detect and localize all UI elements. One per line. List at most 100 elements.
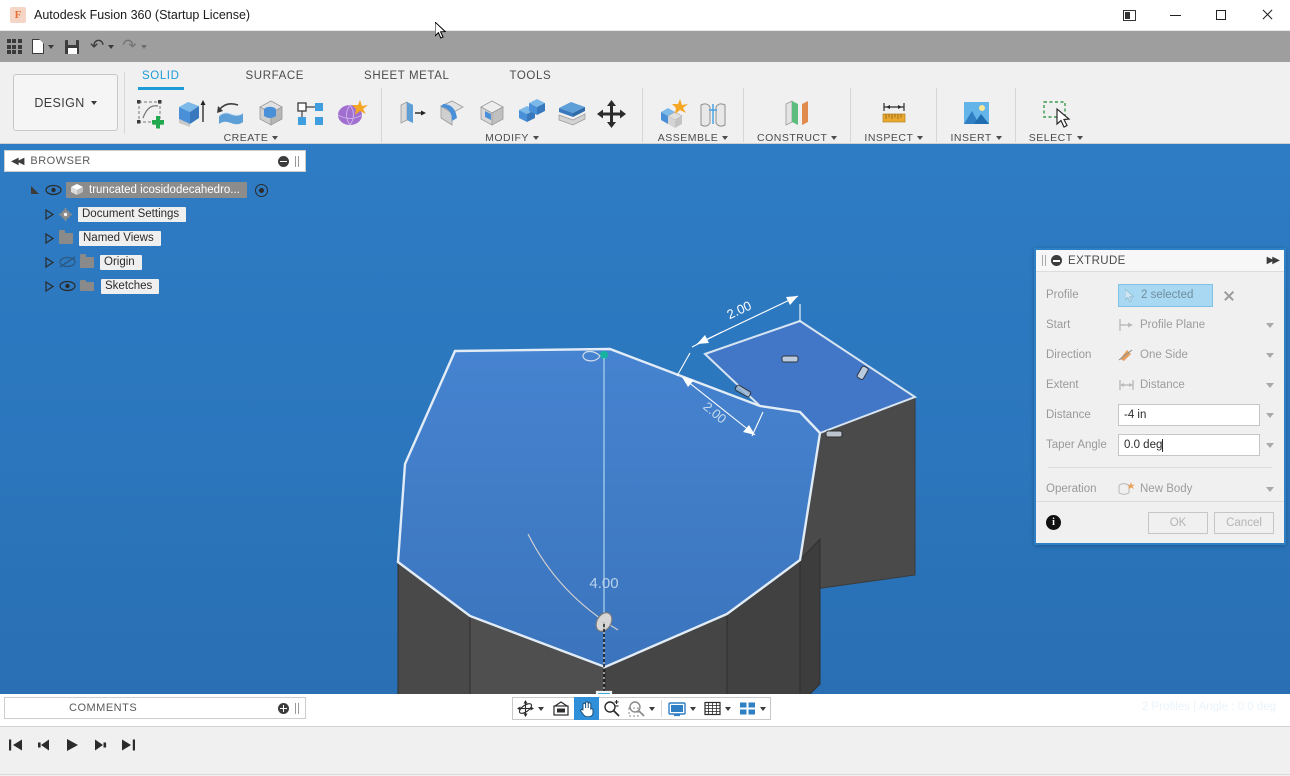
twisty-closed-icon[interactable] — [44, 233, 55, 244]
pattern-icon[interactable] — [294, 98, 328, 130]
chevron-down-icon[interactable] — [1266, 323, 1274, 328]
tree-row-root[interactable]: truncated icosidodecahedro... — [4, 180, 306, 200]
skip-forward-icon[interactable] — [120, 737, 136, 753]
twisty-open-icon[interactable] — [30, 185, 41, 196]
field-extent[interactable]: Extent Distance — [1046, 370, 1274, 400]
chevron-down-icon[interactable] — [725, 707, 731, 711]
tree-item-sketches[interactable]: Sketches — [101, 279, 159, 294]
plus-circle-icon[interactable] — [278, 703, 289, 714]
minus-circle-icon[interactable] — [1051, 255, 1062, 266]
field-operation[interactable]: Operation New Body — [1046, 474, 1274, 504]
distance-dropdown-icon[interactable] — [1266, 413, 1274, 418]
chevron-down-icon[interactable] — [649, 707, 655, 711]
ribbon-group-create-label[interactable]: CREATE — [224, 132, 279, 144]
sketch-plus-icon[interactable] — [134, 98, 168, 130]
restore-down-icon[interactable] — [1106, 0, 1152, 31]
orbit-button[interactable] — [513, 697, 548, 720]
info-icon[interactable]: i — [1046, 515, 1061, 530]
twisty-closed-icon[interactable] — [44, 281, 55, 292]
tree-item-origin[interactable]: Origin — [100, 255, 142, 270]
move-arrows-icon[interactable] — [595, 98, 629, 130]
combine-icon[interactable] — [515, 98, 549, 130]
step-forward-icon[interactable] — [92, 737, 108, 753]
ribbon-group-insert-label[interactable]: INSERT — [950, 132, 1001, 144]
select-cursor-icon[interactable] — [1039, 98, 1073, 130]
play-icon[interactable] — [64, 737, 80, 753]
grid-snaps-button[interactable] — [700, 697, 735, 720]
viewports-button[interactable] — [735, 697, 770, 720]
hole-icon[interactable] — [254, 98, 288, 130]
tab-sheet-metal[interactable]: SHEET METAL — [352, 66, 461, 88]
ribbon-group-assemble-label[interactable]: ASSEMBLE — [658, 132, 729, 144]
redo-button[interactable]: ↷ — [118, 31, 150, 62]
measure-ruler-icon[interactable] — [877, 98, 911, 130]
double-left-arrow-icon[interactable]: ◀◀ — [11, 156, 22, 167]
comments-bar[interactable]: COMMENTS — [4, 697, 306, 719]
extrude-icon[interactable] — [174, 98, 208, 130]
new-component-icon[interactable] — [656, 98, 690, 130]
ribbon-group-construct-label[interactable]: CONSTRUCT — [757, 132, 837, 144]
tree-row-sketches[interactable]: Sketches — [4, 276, 306, 296]
chevron-down-icon[interactable] — [538, 707, 544, 711]
display-settings-button[interactable] — [664, 697, 700, 720]
taper-angle-input[interactable]: 0.0 deg — [1118, 434, 1260, 456]
dialog-grip[interactable] — [1042, 255, 1046, 266]
form-sphere-icon[interactable] — [334, 98, 368, 130]
tree-row-origin[interactable]: Origin — [4, 252, 306, 272]
profile-selection-chip[interactable]: 2 selected — [1118, 284, 1213, 307]
save-button[interactable] — [58, 31, 86, 62]
clear-selection-icon[interactable] — [1223, 290, 1234, 301]
eye-icon[interactable] — [59, 280, 76, 292]
look-at-button[interactable] — [548, 697, 574, 720]
undo-button[interactable]: ↶ — [86, 31, 118, 62]
shell-icon[interactable] — [475, 98, 509, 130]
new-document-button[interactable] — [28, 31, 58, 62]
field-direction[interactable]: Direction One Side — [1046, 340, 1274, 370]
zoom-button[interactable] — [599, 697, 624, 720]
field-start[interactable]: Start Profile Plane — [1046, 310, 1274, 340]
maximize-button[interactable] — [1198, 0, 1244, 31]
chevron-down-icon[interactable] — [1266, 353, 1274, 358]
offset-plane-icon[interactable] — [780, 98, 814, 130]
revolve-icon[interactable] — [214, 98, 248, 130]
distance-input[interactable]: -4 in — [1118, 404, 1260, 426]
tab-surface[interactable]: SURFACE — [234, 66, 317, 88]
eye-off-icon[interactable] — [59, 256, 76, 268]
close-button[interactable] — [1244, 0, 1290, 31]
joint-icon[interactable] — [696, 98, 730, 130]
double-right-arrow-icon[interactable]: ▶▶ — [1267, 255, 1278, 266]
split-icon[interactable] — [555, 98, 589, 130]
tree-row-named-views[interactable]: Named Views — [4, 228, 306, 248]
tree-item-named-views[interactable]: Named Views — [79, 231, 161, 246]
eye-icon[interactable] — [45, 184, 62, 196]
step-back-icon[interactable] — [36, 737, 52, 753]
workspace-selector[interactable]: DESIGN — [13, 74, 118, 131]
timeline-track[interactable] — [0, 774, 1290, 775]
chevron-down-icon[interactable] — [1266, 487, 1274, 492]
pan-button[interactable] — [574, 697, 599, 720]
ribbon-group-inspect-label[interactable]: INSPECT — [864, 132, 923, 144]
minus-circle-icon[interactable] — [278, 156, 289, 167]
image-icon[interactable] — [959, 98, 993, 130]
tree-item-document-settings[interactable]: Document Settings — [78, 207, 186, 222]
panel-grip[interactable] — [295, 703, 299, 714]
chevron-down-icon[interactable] — [1266, 383, 1274, 388]
tab-solid[interactable]: SOLID — [130, 66, 192, 88]
ok-button[interactable]: OK — [1148, 512, 1208, 534]
chevron-down-icon[interactable] — [760, 707, 766, 711]
radio-dot-icon[interactable] — [255, 184, 268, 197]
extrude-dialog-header[interactable]: EXTRUDE ▶▶ — [1036, 250, 1284, 272]
fillet-icon[interactable] — [435, 98, 469, 130]
tree-row-document-settings[interactable]: Document Settings — [4, 204, 306, 224]
taper-angle-dropdown-icon[interactable] — [1266, 443, 1274, 448]
twisty-closed-icon[interactable] — [44, 209, 55, 220]
tab-tools[interactable]: TOOLS — [497, 66, 563, 88]
panel-grip[interactable] — [295, 156, 299, 167]
chevron-down-icon[interactable] — [690, 707, 696, 711]
ribbon-group-modify-label[interactable]: MODIFY — [485, 132, 539, 144]
skip-back-icon[interactable] — [8, 737, 24, 753]
zoom-window-button[interactable] — [624, 697, 659, 720]
cancel-button[interactable]: Cancel — [1214, 512, 1274, 534]
ribbon-group-select-label[interactable]: SELECT — [1029, 132, 1083, 144]
tree-item-root[interactable]: truncated icosidodecahedro... — [66, 182, 247, 198]
